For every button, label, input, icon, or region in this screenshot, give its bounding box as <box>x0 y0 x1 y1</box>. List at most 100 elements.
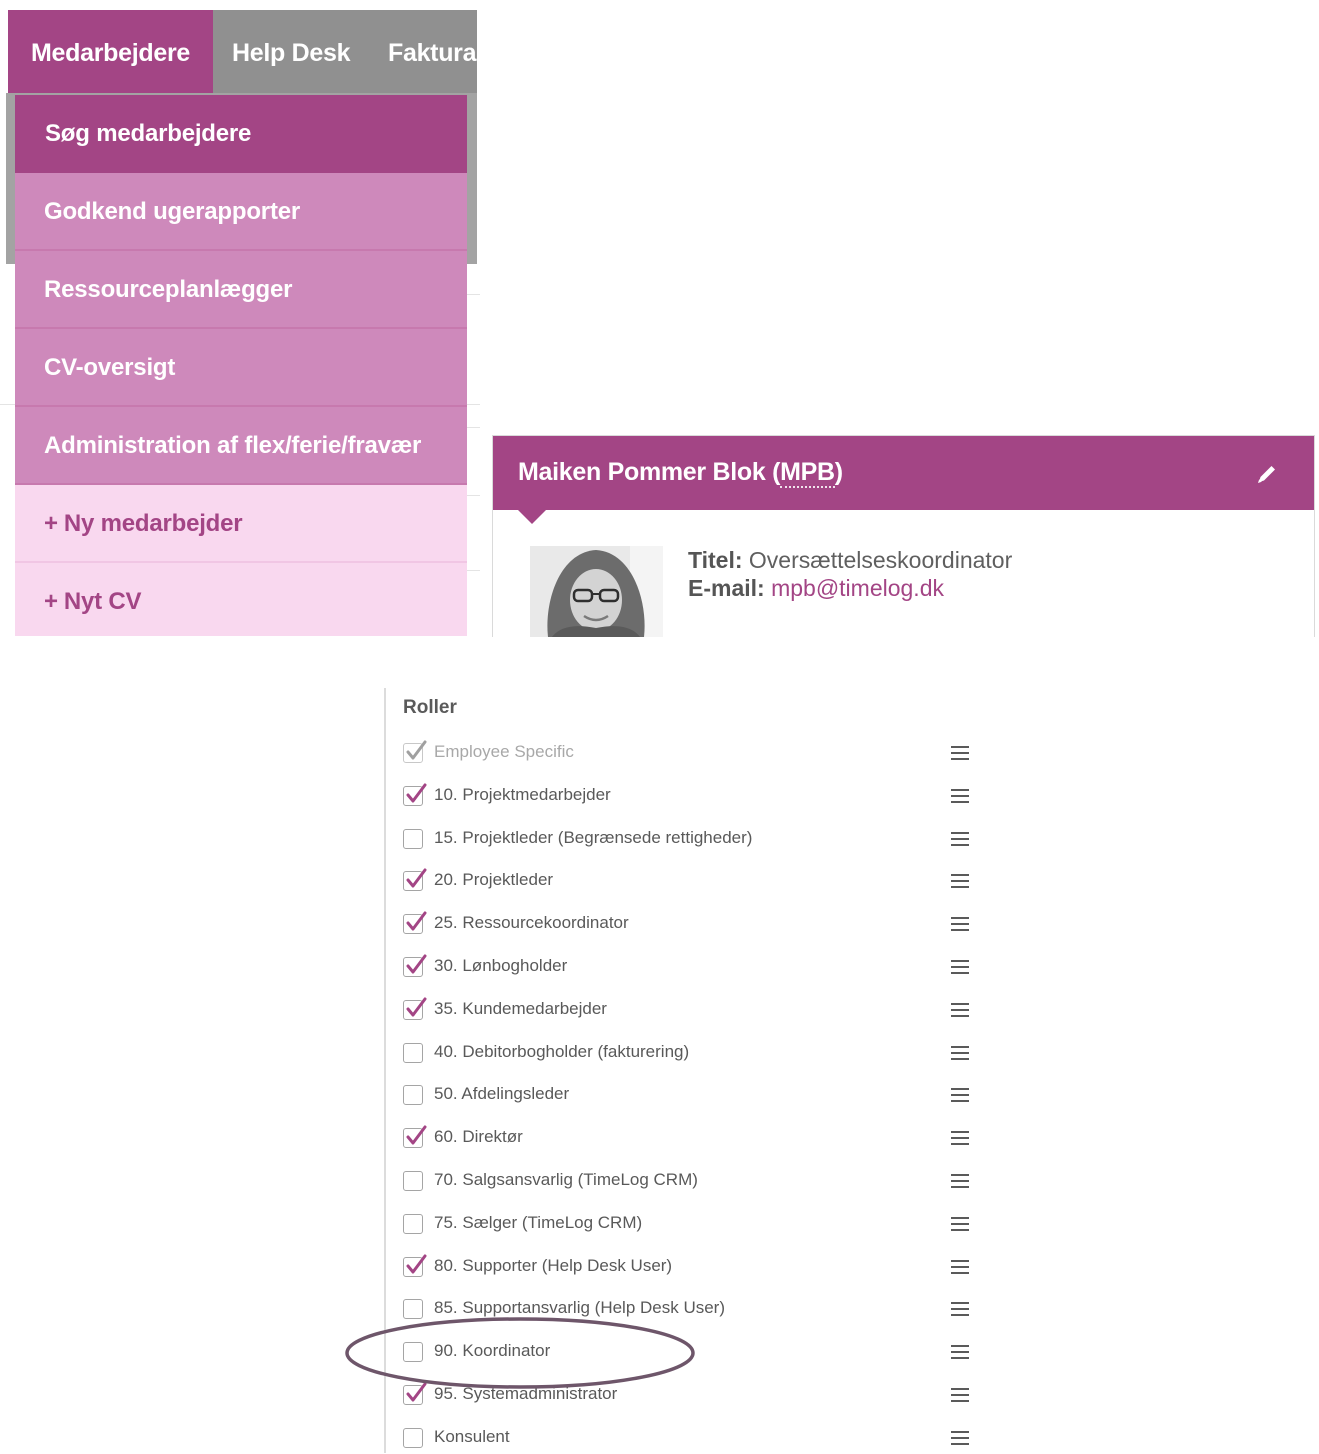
roles-heading: Roller <box>403 697 457 718</box>
email-link[interactable]: mpb@timelog.dk <box>771 575 944 601</box>
role-row: 70. Salgsansvarlig (TimeLog CRM) <box>403 1163 983 1197</box>
header-pointer <box>518 510 546 524</box>
menu-item-ressourceplanlægger[interactable]: Ressourceplanlægger <box>15 251 467 329</box>
nav-tab-faktura[interactable]: Faktura <box>388 10 477 93</box>
hamburger-menu-icon[interactable] <box>951 1174 969 1188</box>
role-checkbox[interactable] <box>403 1382 427 1405</box>
hamburger-menu-icon[interactable] <box>951 874 969 889</box>
role-row: 15. Projektleder (Begrænsede rettigheder… <box>403 821 983 855</box>
hamburger-menu-icon[interactable] <box>951 788 969 803</box>
role-label: 25. Ressourcekoordinator <box>434 913 629 933</box>
hamburger-menu-icon[interactable] <box>951 1388 969 1402</box>
title-line: Titel: Oversættelseskoordinator <box>688 546 1012 574</box>
role-row: 40. Debitorbogholder (fakturering) <box>403 1035 983 1069</box>
role-label: 50. Afdelingsleder <box>434 1084 570 1104</box>
hamburger-menu-icon[interactable] <box>951 1045 969 1060</box>
role-label: 85. Supportansvarlig (Help Desk User) <box>434 1298 726 1318</box>
role-checkbox[interactable] <box>403 1213 423 1234</box>
menu-item-label: Nyt CV <box>63 588 142 615</box>
checkmark-icon <box>406 1125 427 1145</box>
role-label: 20. Projektleder <box>434 870 554 890</box>
hamburger-menu-icon[interactable] <box>951 746 969 760</box>
role-checkbox[interactable] <box>403 783 427 806</box>
role-checkbox[interactable] <box>403 997 427 1020</box>
hamburger-menu-icon[interactable] <box>951 960 969 974</box>
email-line: E-mail: mpb@timelog.dk <box>688 574 1012 602</box>
employee-name: Maiken Pommer Blok (MPB) <box>518 458 843 488</box>
checkmark-icon <box>406 740 427 760</box>
title-label: Titel: <box>688 547 743 573</box>
role-label: 40. Debitorbogholder (fakturering) <box>434 1041 690 1061</box>
hamburger-menu-icon[interactable] <box>951 1259 969 1274</box>
role-checkbox[interactable] <box>403 1254 427 1277</box>
role-checkbox[interactable] <box>403 1299 423 1320</box>
role-label: 60. Direktør <box>434 1127 523 1147</box>
role-checkbox[interactable] <box>403 1342 423 1363</box>
menu-item-administration-af-flex-ferie-fravær[interactable]: Administration af flex/ferie/fravær <box>15 407 467 485</box>
hamburger-menu-icon[interactable] <box>951 831 969 846</box>
role-row: 50. Afdelingsleder <box>403 1077 983 1111</box>
role-row: 95. Systemadministrator <box>403 1377 983 1411</box>
hamburger-menu-icon[interactable] <box>951 1302 969 1317</box>
hamburger-menu-icon[interactable] <box>951 1131 969 1146</box>
role-label: 80. Supporter (Help Desk User) <box>434 1255 673 1275</box>
role-row: 30. Lønbogholder <box>403 949 983 983</box>
role-row: Konsulent <box>403 1420 983 1454</box>
employee-profile-card: Maiken Pommer Blok (MPB) Titel: Oversætt… <box>492 435 1315 637</box>
menu-item-ny-medarbejder[interactable]: + Ny medarbejder <box>15 485 467 563</box>
checkmark-icon <box>406 1254 427 1274</box>
role-row: 10. Projektmedarbejder <box>403 778 983 812</box>
hamburger-menu-icon[interactable] <box>951 1088 969 1103</box>
role-label: 95. Systemadministrator <box>434 1384 618 1403</box>
avatar <box>530 546 663 637</box>
hamburger-menu-icon[interactable] <box>951 917 969 932</box>
role-row: 85. Supportansvarlig (Help Desk User) <box>403 1291 983 1325</box>
role-checkbox[interactable] <box>403 954 427 977</box>
profile-card-header: Maiken Pommer Blok (MPB) <box>493 436 1314 510</box>
role-row: 80. Supporter (Help Desk User) <box>403 1249 983 1283</box>
role-label: 30. Lønbogholder <box>434 956 568 975</box>
checkmark-icon <box>406 1382 427 1402</box>
role-label: 90. Koordinator <box>434 1341 551 1361</box>
menu-item-cv-oversigt[interactable]: CV-oversigt <box>15 329 467 407</box>
checkmark-icon <box>406 954 427 974</box>
role-checkbox[interactable] <box>403 1125 427 1149</box>
menu-item-godkend-ugerapporter[interactable]: Godkend ugerapporter <box>15 173 467 251</box>
menu-item-label: CV-oversigt <box>44 354 176 381</box>
role-label: 10. Projektmedarbejder <box>434 784 611 804</box>
pencil-icon[interactable] <box>1253 460 1281 488</box>
role-row: 20. Projektleder <box>403 863 983 897</box>
role-checkbox[interactable] <box>403 1042 423 1063</box>
nav-tab-medarbejdere[interactable]: Medarbejdere <box>8 10 213 93</box>
menu-item-nyt-cv[interactable]: + Nyt CV <box>15 563 467 636</box>
checkmark-icon <box>406 997 427 1017</box>
title-value: Oversættelseskoordinator <box>748 547 1013 573</box>
plus-icon: + <box>44 510 58 537</box>
role-checkbox[interactable] <box>403 1427 423 1448</box>
hamburger-menu-icon[interactable] <box>951 1430 969 1445</box>
role-row: 90. Koordinator <box>403 1334 983 1368</box>
menu-item-label: Ressourceplanlægger <box>44 276 293 303</box>
hamburger-menu-icon[interactable] <box>951 1345 969 1360</box>
role-label: 70. Salgsansvarlig (TimeLog CRM) <box>434 1170 698 1189</box>
hamburger-menu-icon[interactable] <box>951 1002 969 1017</box>
menu-item-label: Søg medarbejdere <box>45 120 252 147</box>
role-checkbox <box>403 740 427 763</box>
role-checkbox[interactable] <box>403 828 423 849</box>
role-row: Employee Specific <box>403 735 983 769</box>
role-label: 75. Sælger (TimeLog CRM) <box>434 1212 643 1232</box>
menu-item-label: Godkend ugerapporter <box>44 198 301 225</box>
role-checkbox[interactable] <box>403 1171 423 1191</box>
role-label: 35. Kundemedarbejder <box>434 998 607 1018</box>
nav-tab-help-desk[interactable]: Help Desk <box>232 10 350 93</box>
menu-item-label: Administration af flex/ferie/fravær <box>44 432 422 459</box>
role-label: 15. Projektleder (Begrænsede rettigheder… <box>434 827 753 847</box>
role-checkbox[interactable] <box>403 911 427 935</box>
menu-item-label: Ny medarbejder <box>63 510 243 537</box>
role-row: 60. Direktør <box>403 1120 983 1154</box>
role-row: 75. Sælger (TimeLog CRM) <box>403 1206 983 1240</box>
role-checkbox[interactable] <box>403 868 427 892</box>
role-checkbox[interactable] <box>403 1085 423 1106</box>
menu-item-søg-medarbejdere[interactable]: Søg medarbejdere <box>15 95 467 173</box>
hamburger-menu-icon[interactable] <box>951 1216 969 1231</box>
